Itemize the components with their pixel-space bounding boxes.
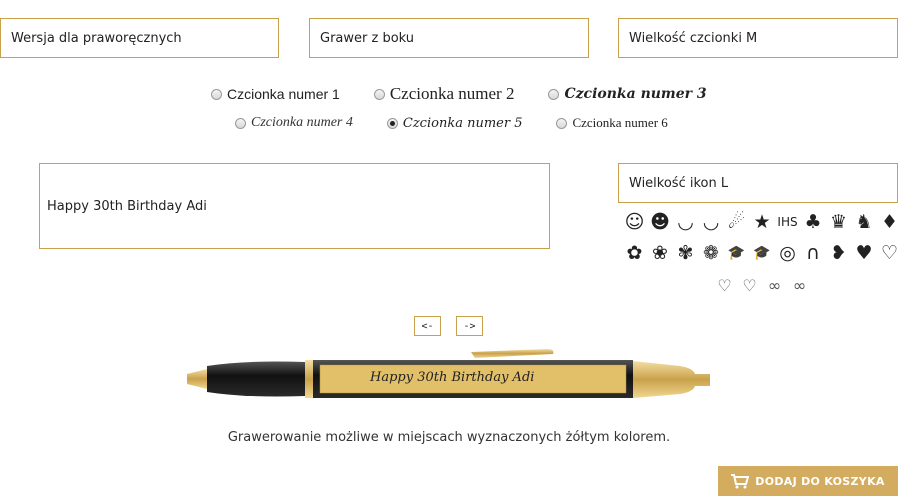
crown-icon[interactable]: ♛ [826, 212, 851, 232]
font-radio-4-label: Czcionka numer 4 [251, 115, 353, 130]
hand-version-label: Wersja dla praworęcznych [11, 30, 182, 46]
pen-tip [187, 369, 207, 389]
medal-icon[interactable]: ❁ [699, 243, 724, 263]
font-radio-2[interactable]: Czcionka numer 2 [373, 84, 515, 104]
heart-icon[interactable]: ♥ [852, 243, 877, 263]
icon-size-select[interactable]: Wielkość ikon L [618, 163, 898, 203]
star-icon[interactable]: ★ [750, 212, 775, 232]
add-to-cart-label: DODAJ DO KOSZYKA [755, 474, 885, 488]
font-radio-5-label: Czcionka numer 5 [402, 115, 523, 131]
engrave-side-select[interactable]: Grawer z boku [309, 18, 589, 58]
icon-size-label: Wielkość ikon L [629, 175, 729, 191]
font-radio-1-label: Czcionka numer 1 [227, 86, 340, 102]
horseshoe-icon[interactable]: ∩ [801, 243, 826, 263]
shooting-star-icon[interactable]: ☄ [724, 212, 749, 232]
radio-dot-selected[interactable] [386, 117, 398, 129]
font-radio-6[interactable]: Czcionka numer 6 [556, 115, 668, 131]
paw-icon[interactable]: ✾ [673, 243, 698, 263]
infinity-2-icon[interactable]: ∞ [787, 276, 812, 296]
font-radio-3-label: Czcionka numer 3 [564, 86, 707, 102]
pen-ring [305, 360, 313, 398]
icon-row-1: ☺ ☻ ◡ ◡ ☄ ★ IHS ♣ ♛ ♞ ♦ [622, 212, 898, 232]
grin-icon[interactable]: ◡ [673, 212, 698, 232]
radio-dot[interactable] [556, 117, 568, 129]
tie-icon[interactable]: ♦ [877, 212, 898, 232]
heart-swirl-icon[interactable]: ♡ [712, 276, 737, 296]
rose-bud-icon[interactable]: ❀ [648, 243, 673, 263]
pen-clip [471, 349, 554, 358]
infinity-icon[interactable]: ∞ [762, 276, 787, 296]
smile-outline-icon[interactable]: ☻ [648, 212, 673, 232]
font-radio-row-1: Czcionka numer 1 Czcionka numer 2 Czcion… [211, 84, 707, 104]
pen-engraving-text: Happy 30th Birthday Adi [370, 370, 535, 385]
heart-half-icon[interactable]: ❥ [826, 243, 851, 263]
heart-swirl-2-icon[interactable]: ♡ [737, 276, 762, 296]
graduation-cap-2-icon[interactable]: 🎓 [750, 243, 775, 263]
cat-icon[interactable]: ♞ [852, 212, 877, 232]
font-radio-3[interactable]: Czcionka numer 3 [548, 86, 707, 102]
add-to-cart-button[interactable]: DODAJ DO KOSZYKA [718, 466, 898, 496]
font-radio-4[interactable]: Czcionka numer 4 [235, 115, 353, 131]
engraving-text-value: Happy 30th Birthday Adi [47, 198, 207, 214]
font-radio-5[interactable]: Czcionka numer 5 [386, 115, 523, 131]
pen-grip [207, 361, 305, 397]
prev-button[interactable]: <- [414, 316, 441, 336]
radio-dot[interactable] [373, 88, 385, 100]
graduation-cap-icon[interactable]: 🎓 [724, 243, 749, 263]
engrave-side-label: Grawer z boku [320, 30, 415, 46]
ihs-icon[interactable]: IHS [775, 212, 800, 232]
font-radio-2-label: Czcionka numer 2 [389, 84, 515, 103]
cart-icon [731, 473, 750, 488]
engraving-text-input[interactable]: Happy 30th Birthday Adi [39, 163, 550, 249]
rose-icon[interactable]: ✿ [622, 243, 647, 263]
icon-row-3: ♡ ♡ ∞ ∞ [712, 276, 812, 296]
icon-row-2: ✿ ❀ ✾ ❁ 🎓 🎓 ◎ ∩ ❥ ♥ ♡ [622, 243, 898, 263]
next-button[interactable]: -> [456, 316, 483, 336]
font-size-label: Wielkość czcionki M [629, 30, 758, 46]
pen-cap [633, 361, 710, 398]
font-radio-6-label: Czcionka numer 6 [572, 115, 668, 130]
hand-version-select[interactable]: Wersja dla praworęcznych [0, 18, 279, 58]
grin-wide-icon[interactable]: ◡ [699, 212, 724, 232]
font-radio-row-2: Czcionka numer 4 Czcionka numer 5 Czcion… [235, 115, 668, 131]
font-size-select[interactable]: Wielkość czcionki M [618, 18, 898, 58]
engraving-caption: Grawerowanie możliwe w miejscach wyznacz… [227, 430, 671, 445]
radio-dot[interactable] [211, 88, 222, 100]
rings-icon[interactable]: ◎ [775, 243, 800, 263]
radio-dot[interactable] [235, 117, 246, 129]
heart-outline-icon[interactable]: ♡ [877, 243, 898, 263]
smile-icon[interactable]: ☺ [622, 212, 647, 232]
font-radio-1[interactable]: Czcionka numer 1 [211, 86, 340, 102]
radio-dot[interactable] [548, 88, 560, 100]
clover-icon[interactable]: ♣ [801, 212, 826, 232]
